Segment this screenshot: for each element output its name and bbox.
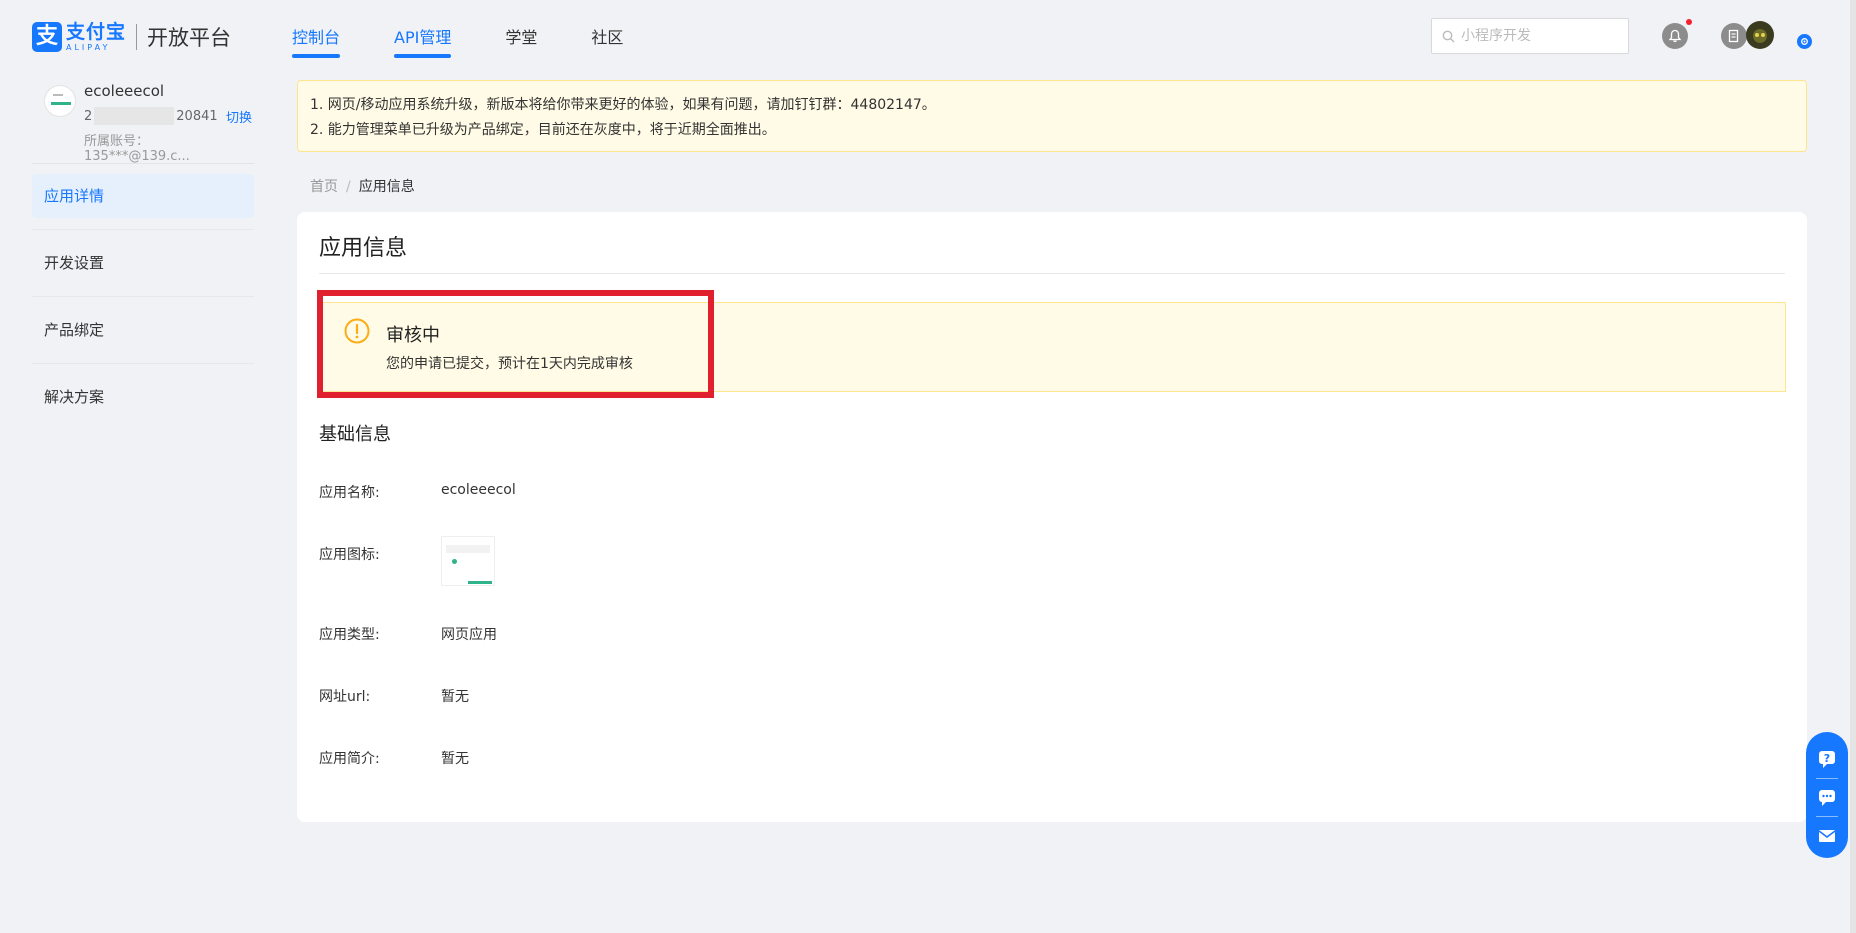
field-value: 网页应用 [441,627,497,643]
avatar-image-icon [1753,29,1767,43]
search-input[interactable] [1461,28,1621,44]
breadcrumb-home[interactable]: 首页 [310,179,338,195]
field-value: 暂无 [441,751,469,767]
user-avatar[interactable] [1746,21,1774,49]
brand-logo[interactable]: 支 支付宝 ALIPAY 开放平台 [32,22,231,52]
chat-button[interactable] [1806,778,1848,816]
brand-name-en: ALIPAY [66,42,111,52]
top-navbar: 支 支付宝 ALIPAY 开放平台 控制台 API管理 学堂 社区 [0,0,1856,76]
bell-icon [1668,29,1682,43]
field-label: 应用名称: [319,485,380,501]
platform-name: 开放平台 [147,26,232,50]
app-info-card: 应用信息 审核中 您的申请已提交，预计在1天内完成审核 基础信息 应用名称: e… [297,212,1807,822]
gear-icon [1801,38,1808,45]
notice-line: 1. 网页/移动应用系统升级，新版本将给你带来更好的体验，如果有问题，请加钉钉群… [310,97,936,113]
brand-name-cn: 支付宝 [66,20,127,43]
sidebar-item-dev-settings[interactable]: 开发设置 [32,241,254,297]
app-avatar [44,85,76,117]
field-value: 暂无 [441,689,469,705]
nav-community[interactable]: 社区 [591,0,623,76]
field-label: 网址url: [319,689,371,705]
system-notice: 1. 网页/移动应用系统升级，新版本将给你带来更好的体验，如果有问题，请加钉钉群… [297,80,1807,152]
field-label: 应用简介: [319,751,380,767]
page-title: 应用信息 [319,236,408,261]
help-icon: ? [1819,751,1835,768]
account-id-mask [94,107,175,125]
svg-text:?: ? [1824,752,1830,765]
section-title: 基础信息 [319,424,391,445]
sidebar-item-product-binding[interactable]: 产品绑定 [32,308,254,364]
highlight-box [317,290,714,398]
field-label: 应用类型: [319,627,380,643]
field-label: 应用图标: [319,547,380,563]
sidebar-menu: 应用详情 开发设置 产品绑定 解决方案 [32,174,254,419]
page-scrollbar[interactable] [1850,0,1856,933]
nav-console[interactable]: 控制台 [292,0,341,76]
sidebar-item-solutions[interactable]: 解决方案 [32,375,254,419]
floating-toolbar: ? [1806,732,1848,858]
account-id-suffix: 20841 [176,108,218,124]
nav-api-management[interactable]: API管理 [394,0,452,76]
switch-account-link[interactable]: 切换 [226,107,252,126]
account-id: 2 20841 [84,107,218,125]
account-id-prefix: 2 [84,108,93,124]
brand-wordmark: 支付宝 ALIPAY [66,20,127,52]
title-divider [319,273,1785,274]
app-icon-image [441,536,495,586]
breadcrumb-current: 应用信息 [358,179,415,195]
parent-account: 所属账号：135***@139.c... [84,134,190,164]
settings-button[interactable] [1797,34,1812,49]
search-icon [1442,30,1455,42]
sidebar: ecoleeecol 2 20841 切换 所属账号：135***@139.c.… [32,80,254,442]
mail-icon [1818,830,1836,842]
search-box[interactable] [1431,18,1629,54]
alipay-logo-icon: 支 [32,22,62,52]
notification-dot [1686,19,1692,25]
brand-divider [136,24,138,50]
notice-line: 2. 能力管理菜单已升级为产品绑定，目前还在灰度中，将于近期全面推出。 [310,122,776,138]
document-button[interactable] [1721,23,1747,49]
help-button[interactable]: ? [1806,740,1848,778]
document-icon [1728,29,1739,43]
main-nav: 控制台 API管理 学堂 社区 [292,0,677,76]
account-panel: ecoleeecol 2 20841 切换 所属账号：135***@139.c.… [32,80,254,164]
chat-icon [1819,790,1835,806]
breadcrumb-separator: / [346,179,351,195]
mail-button[interactable] [1806,816,1848,854]
nav-academy[interactable]: 学堂 [505,0,537,76]
sidebar-item-app-details[interactable]: 应用详情 [32,174,254,230]
field-value: ecoleeecol [441,482,516,498]
account-name: ecoleeecol [84,82,165,100]
breadcrumb: 首页 / 应用信息 [310,176,415,196]
notification-button[interactable] [1662,23,1688,49]
